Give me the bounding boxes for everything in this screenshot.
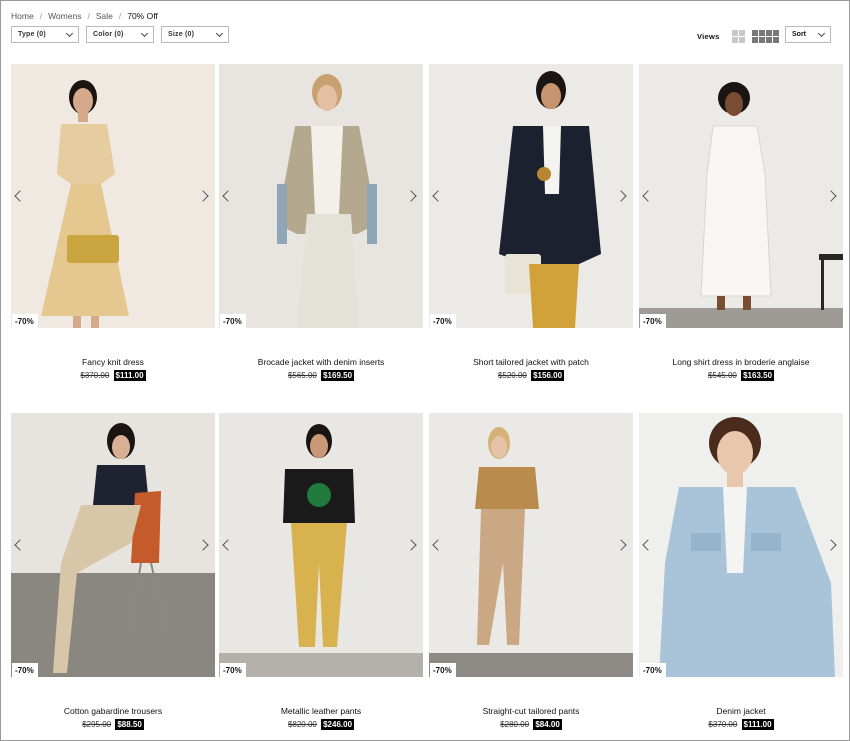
product-image[interactable]: -70% <box>11 64 215 328</box>
product-price: $545.00 $163.50 <box>639 370 843 381</box>
model-figure <box>639 413 843 677</box>
breadcrumb-current: 70% Off <box>127 11 158 21</box>
breadcrumb-separator: / <box>87 11 90 21</box>
product-image[interactable]: -70% <box>639 413 843 677</box>
original-price: $545.00 <box>707 371 737 380</box>
type-filter-label: Type (0) <box>18 31 46 38</box>
product-image[interactable]: -70% <box>219 64 423 328</box>
product-price: $820.00 $246.00 <box>219 719 423 730</box>
product-card[interactable]: -70% Cotton gabardine trousers $295.00 $… <box>11 413 215 730</box>
discount-badge: -70% <box>12 663 38 677</box>
breadcrumb-womens-link[interactable]: Womens <box>48 11 81 21</box>
discount-badge: -70% <box>640 314 666 328</box>
product-name[interactable]: Metallic leather pants <box>219 706 423 716</box>
product-name[interactable]: Long shirt dress in broderie anglaise <box>639 357 843 367</box>
product-price: $520.00 $156.00 <box>429 370 633 381</box>
grid-2-view-icon[interactable] <box>731 30 745 43</box>
breadcrumb-separator: / <box>118 11 122 21</box>
discount-badge: -70% <box>430 314 456 328</box>
discount-badge: -70% <box>640 663 666 677</box>
original-price: $280.00 <box>500 720 530 729</box>
product-name[interactable]: Cotton gabardine trousers <box>11 706 215 716</box>
views-label: Views <box>697 32 720 41</box>
original-price: $820.00 <box>287 720 317 729</box>
product-card[interactable]: -70% Short tailored jacket with patch $5… <box>429 64 633 381</box>
size-filter-dropdown[interactable]: Size (0) <box>161 26 229 43</box>
product-name[interactable]: Brocade jacket with denim inserts <box>219 357 423 367</box>
breadcrumb-sale-link[interactable]: Sale <box>96 11 113 21</box>
original-price: $295.00 <box>82 720 112 729</box>
sale-price: $84.00 <box>533 719 562 730</box>
sale-price: $163.50 <box>741 370 775 381</box>
original-price: $370.00 <box>80 371 110 380</box>
product-card[interactable]: -70% Metallic leather pants $820.00 $246… <box>219 413 423 730</box>
product-name[interactable]: Denim jacket <box>639 706 843 716</box>
discount-badge: -70% <box>220 663 246 677</box>
original-price: $520.00 <box>497 371 527 380</box>
view-switcher: Views <box>697 30 779 43</box>
chevron-down-icon <box>65 29 74 37</box>
sort-label: Sort <box>792 31 806 38</box>
discount-badge: -70% <box>12 314 38 328</box>
sort-dropdown[interactable]: Sort <box>785 26 831 43</box>
size-filter-label: Size (0) <box>168 31 195 38</box>
product-image[interactable]: -70% <box>429 413 633 677</box>
breadcrumb-separator: / <box>39 11 43 21</box>
model-figure <box>429 64 633 328</box>
product-card[interactable]: -70% Long shirt dress in broderie anglai… <box>639 64 843 381</box>
product-name[interactable]: Straight-cut tailored pants <box>429 706 633 716</box>
product-price: $370.00 $111.00 <box>11 370 215 381</box>
sale-price: $111.00 <box>741 719 774 730</box>
product-card[interactable]: -70% Fancy knit dress $370.00 $111.00 <box>11 64 215 381</box>
sale-price: $88.50 <box>115 719 144 730</box>
sale-price: $169.50 <box>321 370 355 381</box>
product-card[interactable]: -70% Brocade jacket with denim inserts $… <box>219 64 423 381</box>
chevron-down-icon <box>140 29 149 37</box>
sale-price: $246.00 <box>321 719 355 730</box>
original-price: $370.00 <box>708 720 738 729</box>
sale-price: $111.00 <box>113 370 146 381</box>
model-figure <box>11 413 215 677</box>
color-filter-dropdown[interactable]: Color (0) <box>86 26 154 43</box>
model-figure <box>219 413 423 677</box>
grid-4-view-icon[interactable] <box>751 30 779 43</box>
model-figure <box>219 64 423 328</box>
product-price: $280.00 $84.00 <box>429 719 633 730</box>
type-filter-dropdown[interactable]: Type (0) <box>11 26 79 43</box>
product-price: $295.00 $88.50 <box>11 719 215 730</box>
model-figure <box>639 64 843 328</box>
breadcrumb: Home / Womens / Sale / 70% Off <box>11 11 158 21</box>
color-filter-label: Color (0) <box>93 31 124 38</box>
product-price: $370.00 $111.00 <box>639 719 843 730</box>
product-name[interactable]: Fancy knit dress <box>11 357 215 367</box>
product-name[interactable]: Short tailored jacket with patch <box>429 357 633 367</box>
chevron-down-icon <box>215 29 224 37</box>
original-price: $565.00 <box>287 371 317 380</box>
sale-price: $156.00 <box>531 370 565 381</box>
discount-badge: -70% <box>430 663 456 677</box>
filter-bar: Type (0) Color (0) Size (0) <box>11 26 229 43</box>
chevron-down-icon <box>817 29 826 37</box>
model-figure <box>429 413 633 677</box>
model-figure <box>11 64 215 328</box>
product-card[interactable]: -70% Straight-cut tailored pants $280.00… <box>429 413 633 730</box>
product-image[interactable]: -70% <box>219 413 423 677</box>
product-image[interactable]: -70% <box>11 413 215 677</box>
discount-badge: -70% <box>220 314 246 328</box>
product-card[interactable]: -70% Denim jacket $370.00 $111.00 <box>639 413 843 730</box>
product-image[interactable]: -70% <box>429 64 633 328</box>
breadcrumb-home-link[interactable]: Home <box>11 11 34 21</box>
product-image[interactable]: -70% <box>639 64 843 328</box>
product-price: $565.00 $169.50 <box>219 370 423 381</box>
